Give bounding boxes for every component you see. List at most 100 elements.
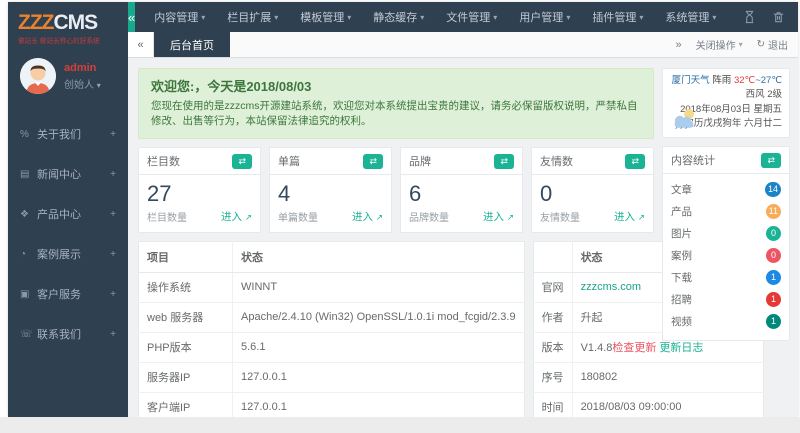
service-icon: ▣ xyxy=(20,288,30,300)
stat-row-jobs[interactable]: 招聘 1 xyxy=(671,288,781,310)
user-profile: admin 创始人 ▾ xyxy=(8,50,128,108)
menu-label: 静态缓存 xyxy=(373,12,418,24)
menu-users[interactable]: 用户管理 ▾ xyxy=(508,9,581,25)
row-value: 127.0.0.1 xyxy=(232,362,525,393)
close-operations-label: 关闭操作 xyxy=(695,41,736,52)
row-label: web 服务器 xyxy=(138,302,233,333)
enter-link[interactable]: 进入 ↗ xyxy=(614,209,645,224)
count-badge: 1 xyxy=(766,269,781,285)
sidebar-item-news[interactable]: ▤ 新闻中心 + xyxy=(8,154,128,194)
stat-row-products[interactable]: 产品 11 xyxy=(671,200,781,222)
card-title: 友情数 xyxy=(540,156,573,169)
stat-row-videos[interactable]: 视频 1 xyxy=(671,310,781,332)
card-label: 单篇数量 xyxy=(278,212,318,224)
refresh-badge-icon[interactable]: ⇄ xyxy=(625,153,645,169)
sidebar-collapse-button[interactable]: « xyxy=(128,2,136,32)
refresh-badge-icon[interactable]: ⇄ xyxy=(363,153,383,169)
sidebar-item-label: 新闻中心 xyxy=(37,169,81,181)
stat-label: 视频 xyxy=(671,315,692,328)
count-badge: 0 xyxy=(766,225,781,241)
official-site-link[interactable]: zzzcms.com xyxy=(581,281,642,293)
sidebar-item-label: 客户服务 xyxy=(37,289,81,301)
avatar[interactable] xyxy=(20,58,56,94)
weather-city-link[interactable]: 厦门天气 xyxy=(672,75,710,86)
menu-label: 栏目扩展 xyxy=(227,12,272,24)
count-badge: 0 xyxy=(766,247,781,263)
tabs-scroll-left-button[interactable]: « xyxy=(128,32,154,57)
panel-title: 内容统计 xyxy=(671,155,715,167)
user-role-dropdown[interactable]: 创始人 ▾ xyxy=(64,76,101,91)
menu-plugins[interactable]: 插件管理 ▾ xyxy=(581,9,654,25)
card-title: 栏目数 xyxy=(147,156,180,169)
chevron-down-icon: ▾ xyxy=(420,12,425,22)
close-operations-dropdown[interactable]: 关闭操作 ▾ xyxy=(696,37,743,52)
hourglass-icon[interactable] xyxy=(743,10,756,24)
table-row: web 服务器 Apache/2.4.10 (Win32) OpenSSL/1.0… xyxy=(138,302,525,333)
arrow-up-right-icon: ↗ xyxy=(506,211,514,222)
enter-label: 进入 xyxy=(351,210,373,223)
content-main-column: 欢迎您:，今天是2018/08/03 您现在使用的是zzzcms开源建站系统，欢… xyxy=(138,68,764,417)
menu-label: 文件管理 xyxy=(446,12,491,24)
table-row: 客户端IP 127.0.0.1 xyxy=(138,392,525,417)
expand-plus-icon: + xyxy=(110,248,116,260)
expand-plus-icon: + xyxy=(110,208,116,220)
menu-label: 系统管理 xyxy=(665,12,710,24)
logout-button[interactable]: ↻ 退出 xyxy=(757,37,788,52)
card-value: 0 xyxy=(540,181,553,207)
stat-row-cases[interactable]: 案例 0 xyxy=(671,244,781,266)
menu-system[interactable]: 系统管理 ▾ xyxy=(654,9,727,25)
server-info-table: 项目 状态 操作系统 WINNT web 服务器 Apache/2.4.10 (Wi… xyxy=(138,240,525,417)
tab-dashboard[interactable]: 后台首页 xyxy=(154,32,230,57)
stat-cards-row: 栏目数 ⇄ 27 栏目数量 进入 ↗ 单篇 ⇄ 4 单篇数量 进入 ↗ 品牌 ⇄… xyxy=(138,147,654,233)
enter-link[interactable]: 进入 ↗ xyxy=(483,209,514,224)
sidebar-item-about[interactable]: % 关于我们 + xyxy=(8,114,128,154)
chevron-down-icon: ▾ xyxy=(347,12,352,22)
logo-text: ZZZCMS xyxy=(18,12,120,33)
row-label: 时间 xyxy=(533,392,573,417)
refresh-badge-icon[interactable]: ⇄ xyxy=(232,153,252,169)
sidebar-item-service[interactable]: ▣ 客户服务 + xyxy=(8,274,128,314)
row-label: 序号 xyxy=(533,362,573,393)
tabs-scroll-right-button[interactable]: » xyxy=(675,39,681,51)
chevron-down-icon: ▾ xyxy=(201,12,206,22)
arrow-up-right-icon: ↗ xyxy=(637,211,645,222)
header-icons xyxy=(727,2,800,32)
sidebar-item-products[interactable]: ❖ 产品中心 + xyxy=(8,194,128,234)
sidebar-item-contact[interactable]: ☏ 联系我们 + xyxy=(8,314,128,354)
expand-plus-icon: + xyxy=(110,168,116,180)
menu-files[interactable]: 文件管理 ▾ xyxy=(435,9,508,25)
row-label: 客户端IP xyxy=(138,392,233,417)
menu-static-cache[interactable]: 静态缓存 ▾ xyxy=(362,9,435,25)
sidebar-item-label: 案例展示 xyxy=(37,249,81,261)
content-stats-list: 文章 14 产品 11 图片 0 案例 0 下载 1 招聘 1 视频 1 xyxy=(663,174,789,340)
tab-tools: » 关闭操作 ▾ ↻ 退出 xyxy=(675,32,798,57)
stat-label: 文章 xyxy=(671,183,692,196)
row-label: 作者 xyxy=(533,302,573,333)
card-label: 品牌数量 xyxy=(409,212,449,224)
menu-template[interactable]: 模板管理 ▾ xyxy=(289,9,362,25)
stat-row-downloads[interactable]: 下载 1 xyxy=(671,266,781,288)
refresh-badge-icon[interactable]: ⇄ xyxy=(761,152,781,168)
stat-row-articles[interactable]: 文章 14 xyxy=(671,178,781,200)
arrow-up-right-icon: ↗ xyxy=(375,211,383,222)
sidebar-item-cases[interactable]: ◔ 案例展示 + xyxy=(8,234,128,274)
card-single-pages: 单篇 ⇄ 4 单篇数量 进入 ↗ xyxy=(269,147,392,233)
stat-row-images[interactable]: 图片 0 xyxy=(671,222,781,244)
chevron-down-icon: ▾ xyxy=(493,12,498,22)
refresh-badge-icon[interactable]: ⇄ xyxy=(494,153,514,169)
table-row: 操作系统 WINNT xyxy=(138,272,525,303)
card-columns: 栏目数 ⇄ 27 栏目数量 进入 ↗ xyxy=(138,147,261,233)
row-value: 127.0.0.1 xyxy=(232,392,525,417)
tab-spacer xyxy=(230,32,675,57)
top-menu: 内容管理 ▾ 栏目扩展 ▾ 模板管理 ▾ 静态缓存 ▾ 文件管理 ▾ 用户管理 ▾ 插件管理… xyxy=(135,2,727,32)
menu-column-ext[interactable]: 栏目扩展 ▾ xyxy=(216,9,289,25)
clear-cache-icon[interactable] xyxy=(772,10,785,24)
enter-link[interactable]: 进入 ↗ xyxy=(352,209,383,224)
enter-link[interactable]: 进入 ↗ xyxy=(221,209,252,224)
content-area: 欢迎您:，今天是2018/08/03 您现在使用的是zzzcms开源建站系统，欢… xyxy=(128,58,798,417)
stat-label: 招聘 xyxy=(671,293,692,306)
expand-plus-icon: + xyxy=(110,288,116,300)
menu-content[interactable]: 内容管理 ▾ xyxy=(143,9,216,25)
logo: ZZZCMS 做站长 做站长称心的好系统 xyxy=(8,2,128,50)
check-update-link[interactable]: 检查更新 xyxy=(612,342,656,354)
